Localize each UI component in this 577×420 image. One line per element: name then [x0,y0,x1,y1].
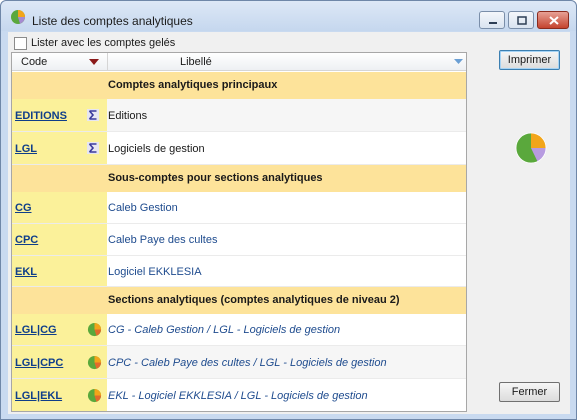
pie-chart-icon [515,132,547,164]
sigma-icon[interactable] [87,109,99,121]
account-libelle: EKL - Logiciel EKKLESIA / LGL - Logiciel… [108,390,368,402]
section-label: Comptes analytiques principaux [108,79,278,91]
close-button[interactable]: Fermer [499,382,560,402]
print-button[interactable]: Imprimer [499,50,560,70]
account-libelle: CG - Caleb Gestion / LGL - Logiciels de … [108,324,341,336]
window-title: Liste des comptes analytiques [32,14,193,28]
table-row[interactable]: LGL|EKL EKL - Logiciel EKKLESIA / LGL - … [12,379,466,411]
table-row[interactable]: EKL Logiciel EKKLESIA [12,256,466,287]
close-icon [549,16,559,25]
grid-header: Code Libellé [12,53,466,71]
minimize-button[interactable] [479,11,505,29]
client-area: Lister avec les comptes gelés Code Libel… [8,32,570,414]
maximize-icon [517,16,527,25]
section-label: Sous-comptes pour sections analytiques [108,172,323,184]
pie-chart-icon[interactable] [87,388,102,403]
sigma-icon[interactable] [87,142,99,154]
frozen-accounts-checkbox[interactable] [14,37,27,50]
column-header-libelle[interactable]: Libellé [180,56,212,68]
maximize-button[interactable] [508,11,534,29]
account-code-link[interactable]: CG [15,202,32,214]
section-row: Sections analytiques (comptes analytique… [12,287,466,314]
pie-chart-icon [11,10,25,24]
table-row[interactable]: LGL|CPC CPC - Caleb Paye des cultes / LG… [12,346,466,379]
account-code-link[interactable]: EDITIONS [15,110,67,122]
account-code-link[interactable]: LGL|EKL [15,390,62,402]
column-header-code[interactable]: Code [21,56,47,68]
column-divider[interactable] [107,53,108,71]
title-bar[interactable]: Liste des comptes analytiques [1,1,576,31]
minimize-icon [489,22,497,24]
account-code-link[interactable]: LGL [15,143,37,155]
account-code-link[interactable]: EKL [15,266,37,278]
account-libelle: Caleb Paye des cultes [108,234,218,246]
dropdown-arrow-icon[interactable] [454,59,463,64]
table-row[interactable]: CPC Caleb Paye des cultes [12,224,466,256]
account-libelle: CPC - Caleb Paye des cultes / LGL - Logi… [108,357,387,369]
table-row[interactable]: EDITIONS Editions [12,99,466,132]
account-libelle: Logiciels de gestion [108,143,205,155]
section-row: Sous-comptes pour sections analytiques [12,165,466,192]
pie-chart-icon[interactable] [87,355,102,370]
section-row: Comptes analytiques principaux [12,72,466,99]
account-libelle: Logiciel EKKLESIA [108,266,202,278]
pie-chart-icon[interactable] [87,322,102,337]
account-code-link[interactable]: CPC [15,234,38,246]
close-window-button[interactable] [537,11,569,29]
section-label: Sections analytiques (comptes analytique… [108,294,400,306]
sort-descending-icon[interactable] [89,59,99,65]
table-row[interactable]: LGL|CG CG - Caleb Gestion / LGL - Logici… [12,314,466,346]
accounts-grid: Code Libellé Comptes analytiques princip… [11,52,467,412]
table-row[interactable]: CG Caleb Gestion [12,192,466,224]
account-libelle: Caleb Gestion [108,202,178,214]
window: Liste des comptes analytiques Lister ave… [0,0,577,420]
account-code-link[interactable]: LGL|CG [15,324,57,336]
account-code-link[interactable]: LGL|CPC [15,357,63,369]
frozen-accounts-label: Lister avec les comptes gelés [31,37,176,49]
account-libelle: Editions [108,110,148,122]
table-row[interactable]: LGL Logiciels de gestion [12,132,466,165]
